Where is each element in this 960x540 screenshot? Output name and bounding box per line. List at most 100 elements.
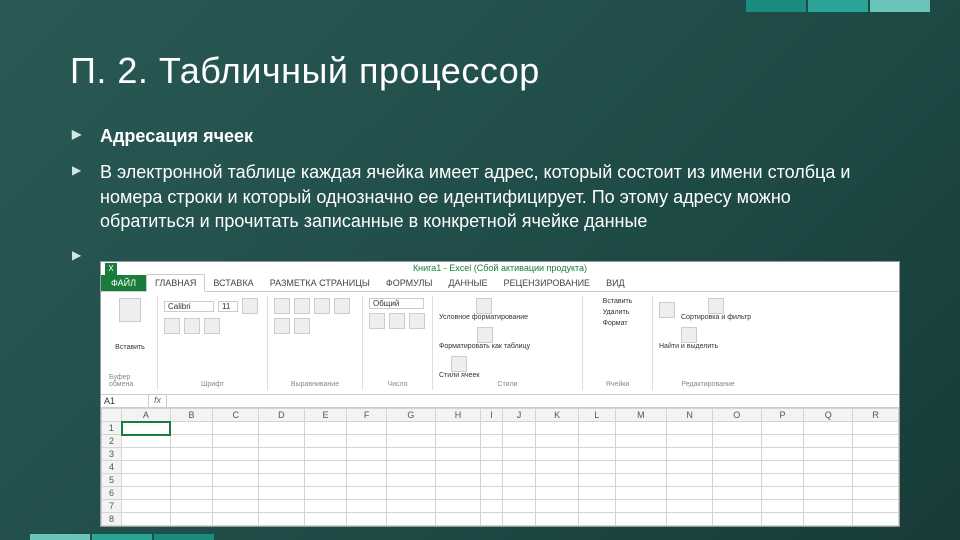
col-header[interactable]: N (667, 409, 713, 422)
cell[interactable] (667, 435, 713, 448)
cell[interactable] (304, 448, 347, 461)
cell[interactable] (259, 448, 305, 461)
align-icon[interactable] (274, 298, 290, 314)
col-header[interactable]: H (435, 409, 481, 422)
tab-view[interactable]: ВИД (598, 275, 633, 291)
cell[interactable] (435, 474, 481, 487)
name-box[interactable]: A1 (101, 395, 149, 407)
cell[interactable] (761, 513, 804, 526)
cell[interactable] (122, 513, 171, 526)
cell[interactable] (804, 461, 853, 474)
cell[interactable] (347, 422, 387, 435)
cell[interactable] (347, 461, 387, 474)
cell[interactable] (481, 422, 502, 435)
cell[interactable] (536, 487, 579, 500)
cell[interactable] (761, 435, 804, 448)
cell[interactable] (804, 448, 853, 461)
cell[interactable] (615, 422, 667, 435)
cell[interactable] (502, 513, 535, 526)
number-format-select[interactable]: Общий (369, 298, 424, 309)
cell[interactable] (386, 487, 435, 500)
cell[interactable] (122, 500, 171, 513)
cell[interactable] (804, 500, 853, 513)
align-icon[interactable] (334, 298, 350, 314)
cell[interactable] (667, 461, 713, 474)
fx-icon[interactable]: fx (149, 395, 167, 407)
cell[interactable] (667, 422, 713, 435)
cell[interactable] (347, 513, 387, 526)
cell[interactable] (536, 435, 579, 448)
cell[interactable] (481, 474, 502, 487)
cell[interactable] (853, 461, 899, 474)
cell[interactable] (435, 461, 481, 474)
cell[interactable] (853, 513, 899, 526)
cell[interactable] (615, 487, 667, 500)
cell[interactable] (170, 474, 213, 487)
cell[interactable] (502, 461, 535, 474)
col-header[interactable]: L (578, 409, 615, 422)
cell[interactable] (304, 422, 347, 435)
cell[interactable] (213, 448, 259, 461)
bold-icon[interactable] (242, 298, 258, 314)
cell[interactable] (435, 435, 481, 448)
align-icon[interactable] (294, 298, 310, 314)
cell[interactable] (170, 422, 213, 435)
cell[interactable] (386, 448, 435, 461)
cell[interactable] (259, 474, 305, 487)
cell[interactable] (502, 500, 535, 513)
cell[interactable] (386, 435, 435, 448)
tab-review[interactable]: РЕЦЕНЗИРОВАНИЕ (496, 275, 599, 291)
cell[interactable] (536, 448, 579, 461)
cell[interactable] (304, 487, 347, 500)
cell[interactable] (386, 474, 435, 487)
formula-input[interactable] (167, 395, 899, 407)
sum-icon[interactable] (659, 302, 675, 318)
cell[interactable] (578, 500, 615, 513)
cell[interactable] (502, 435, 535, 448)
select-all-corner[interactable] (102, 409, 122, 422)
cell[interactable] (259, 513, 305, 526)
row-header[interactable]: 4 (102, 461, 122, 474)
cell[interactable] (761, 422, 804, 435)
cell-styles-icon[interactable] (451, 356, 467, 372)
cell[interactable] (615, 513, 667, 526)
cell[interactable] (170, 435, 213, 448)
sort-icon[interactable] (708, 298, 724, 314)
col-header[interactable]: R (853, 409, 899, 422)
col-header[interactable]: B (170, 409, 213, 422)
tab-data[interactable]: ДАННЫЕ (440, 275, 495, 291)
cell[interactable] (386, 461, 435, 474)
cell[interactable] (213, 422, 259, 435)
cell[interactable] (502, 474, 535, 487)
cell[interactable] (481, 435, 502, 448)
cell[interactable] (853, 448, 899, 461)
cell[interactable] (804, 435, 853, 448)
cell[interactable] (578, 487, 615, 500)
col-header[interactable]: Q (804, 409, 853, 422)
cell[interactable] (712, 487, 761, 500)
cell[interactable] (853, 422, 899, 435)
cell[interactable] (259, 500, 305, 513)
font-size-select[interactable]: 11 (218, 301, 238, 312)
tab-layout[interactable]: РАЗМЕТКА СТРАНИЦЫ (262, 275, 378, 291)
cell[interactable] (536, 500, 579, 513)
cell[interactable] (667, 500, 713, 513)
cell[interactable] (481, 500, 502, 513)
cell[interactable] (435, 448, 481, 461)
cell[interactable] (259, 461, 305, 474)
tab-formulas[interactable]: ФОРМУЛЫ (378, 275, 441, 291)
cell[interactable] (578, 422, 615, 435)
cell[interactable] (615, 461, 667, 474)
cell[interactable] (761, 474, 804, 487)
cell[interactable] (712, 448, 761, 461)
comma-icon[interactable] (409, 313, 425, 329)
cell[interactable] (435, 487, 481, 500)
cell[interactable] (667, 474, 713, 487)
cell[interactable] (761, 500, 804, 513)
cell[interactable] (761, 487, 804, 500)
col-header[interactable]: E (304, 409, 347, 422)
cell[interactable] (386, 500, 435, 513)
cell[interactable] (853, 474, 899, 487)
col-header[interactable]: G (386, 409, 435, 422)
cell[interactable] (259, 487, 305, 500)
